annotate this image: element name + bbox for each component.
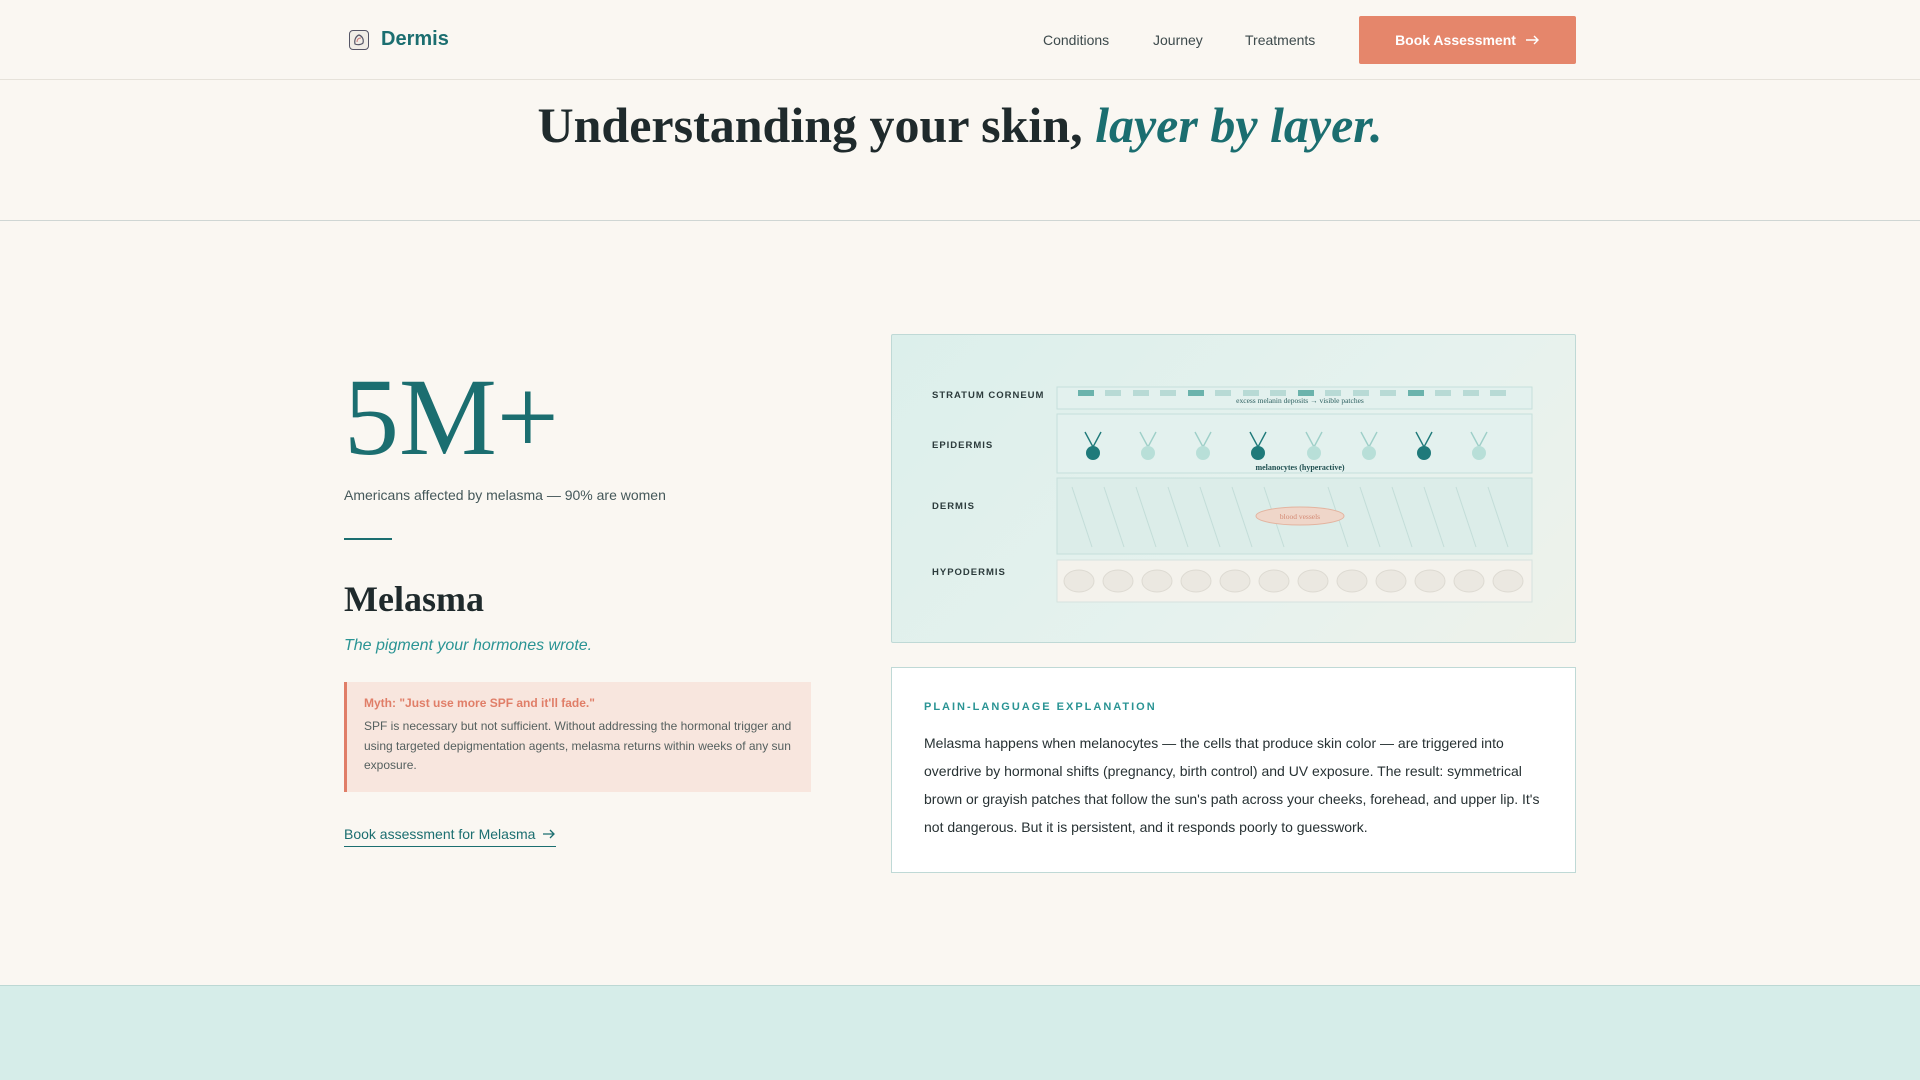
explanation-label: PLAIN-LANGUAGE EXPLANATION [924,701,1157,713]
nav-link-conditions[interactable]: Conditions [1043,32,1109,48]
myth-title: Myth: "Just use more SPF and it'll fade.… [364,696,595,710]
explanation-card: PLAIN-LANGUAGE EXPLANATION Melasma happe… [891,667,1576,873]
myth-callout: Myth: "Just use more SPF and it'll fade.… [344,682,811,792]
epidermis-note: melanocytes (hyperactive) [1255,463,1344,472]
layer-label-corneum: STRATUM CORNEUM [932,390,1044,401]
dermis-note: blood vessels [1280,512,1320,521]
layer-label-epidermis: EPIDERMIS [932,440,993,451]
page-title-plain: Understanding your skin, [537,97,1096,153]
brand-name: Dermis [381,28,449,50]
book-melasma-label: Book assessment for Melasma [344,826,536,842]
brand[interactable]: Dermis [349,28,449,51]
skin-logo-icon [349,29,369,50]
affected-stat: 5M+ [344,356,559,478]
corneum-note: excess melanin deposits → visible patche… [1236,396,1364,405]
book-melasma-link[interactable]: Book assessment for Melasma [344,826,557,847]
skin-layer-svg: STRATUM CORNEUM EPIDERMIS DERMIS HYPODER… [932,386,1533,603]
arrow-right-icon [1525,35,1539,45]
condition-tagline: The pigment your hormones wrote. [344,637,593,654]
arrow-right-icon [543,829,556,839]
accent-line [344,538,392,540]
book-assessment-button[interactable]: Book Assessment [1359,16,1576,64]
page-title: Understanding your skin, layer by layer. [0,96,1920,154]
nav-link-journey[interactable]: Journey [1153,32,1203,48]
nav-link-treatments[interactable]: Treatments [1245,32,1315,48]
skin-layer-diagram: STRATUM CORNEUM EPIDERMIS DERMIS HYPODER… [891,334,1576,643]
layer-label-dermis: DERMIS [932,501,975,512]
affected-stat-label: Americans affected by melasma — 90% are … [344,487,666,503]
condition-title: Melasma [344,579,484,619]
layer-label-hypodermis: HYPODERMIS [932,567,1006,578]
book-assessment-label: Book Assessment [1395,32,1516,48]
page-title-emphasis: layer by layer. [1095,97,1383,153]
next-section-band [0,985,1920,1080]
explanation-body: Melasma happens when melanocytes — the c… [924,735,1540,835]
site-header: Dermis Conditions Journey Treatments Boo… [0,0,1920,80]
section-divider [0,220,1920,221]
myth-body: SPF is necessary but not sufficient. Wit… [364,719,792,772]
